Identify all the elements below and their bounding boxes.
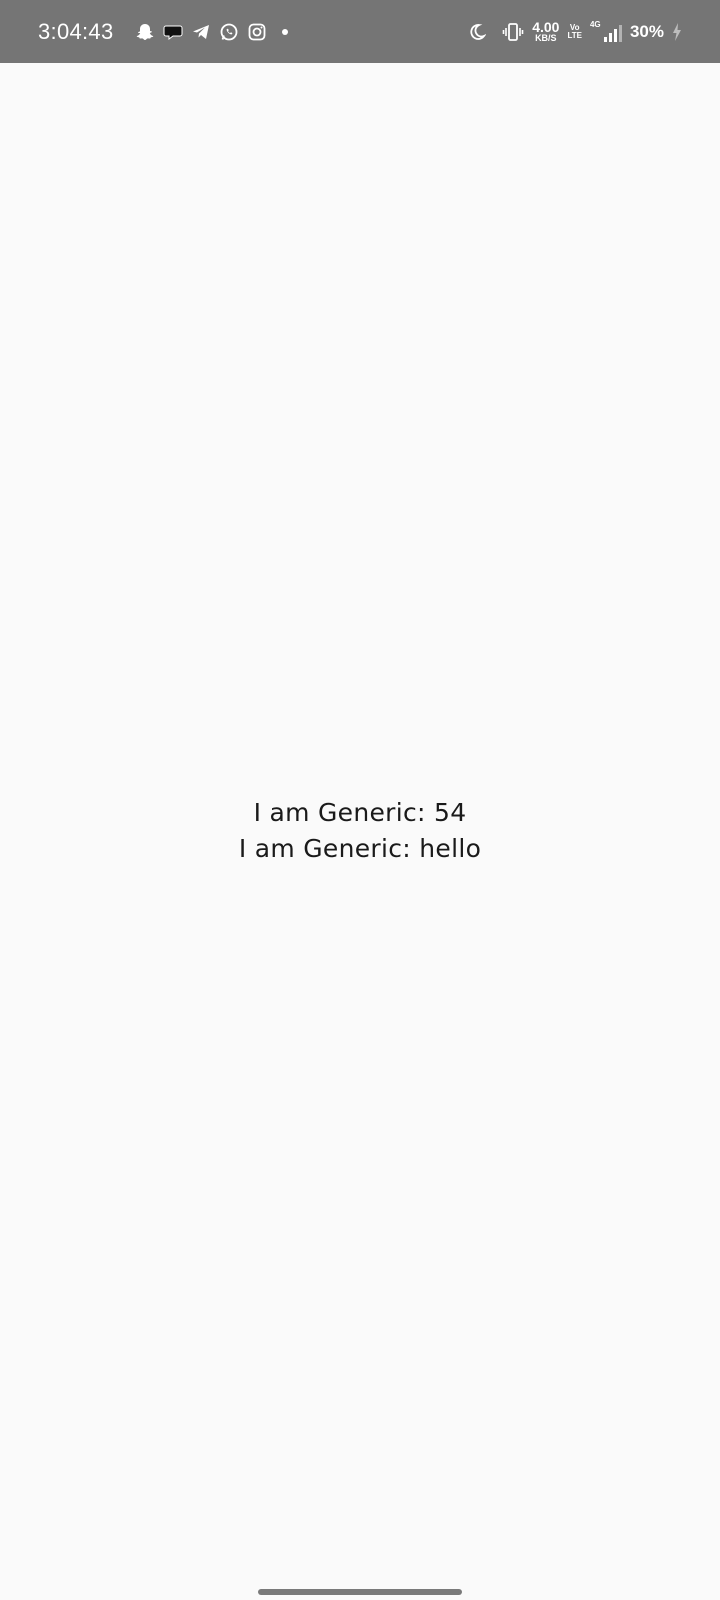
telegram-icon [190,21,212,43]
status-bar-left: 3:04:43 [38,19,460,45]
whatsapp-icon [218,21,240,43]
charging-bolt-icon [672,21,682,43]
battery-percent: 30% [629,21,664,41]
signal-network-type: 4G [589,19,601,29]
volte-bottom: LTE [567,30,582,40]
generic-string-text: I am Generic: hello [238,834,482,863]
network-speed-unit: KB/S [535,33,557,43]
main-content: I am Generic: 54 I am Generic: hello [0,795,720,867]
chat-bubble-icon [162,21,184,43]
volte-indicator: Vo LTE [567,23,582,40]
status-bar-right: 4.00 KB/S Vo LTE 4G 30% [460,20,682,43]
home-gesture-bar[interactable] [258,1589,462,1595]
instagram-icon [246,21,268,43]
network-speed-value: 4.00 [532,19,560,35]
signal-strength-icon: 4G [589,19,622,42]
status-time: 3:04:43 [38,18,114,44]
moon-icon [466,21,488,43]
vibrate-icon [502,21,524,43]
network-speed: 4.00 KB/S [532,20,559,43]
more-notifications-dot [281,28,288,35]
snapchat-icon [134,21,156,43]
status-bar: 3:04:43 4.00 KB/S Vo LTE 4G 30% [0,0,720,63]
generic-int-text: I am Generic: 54 [253,798,467,827]
